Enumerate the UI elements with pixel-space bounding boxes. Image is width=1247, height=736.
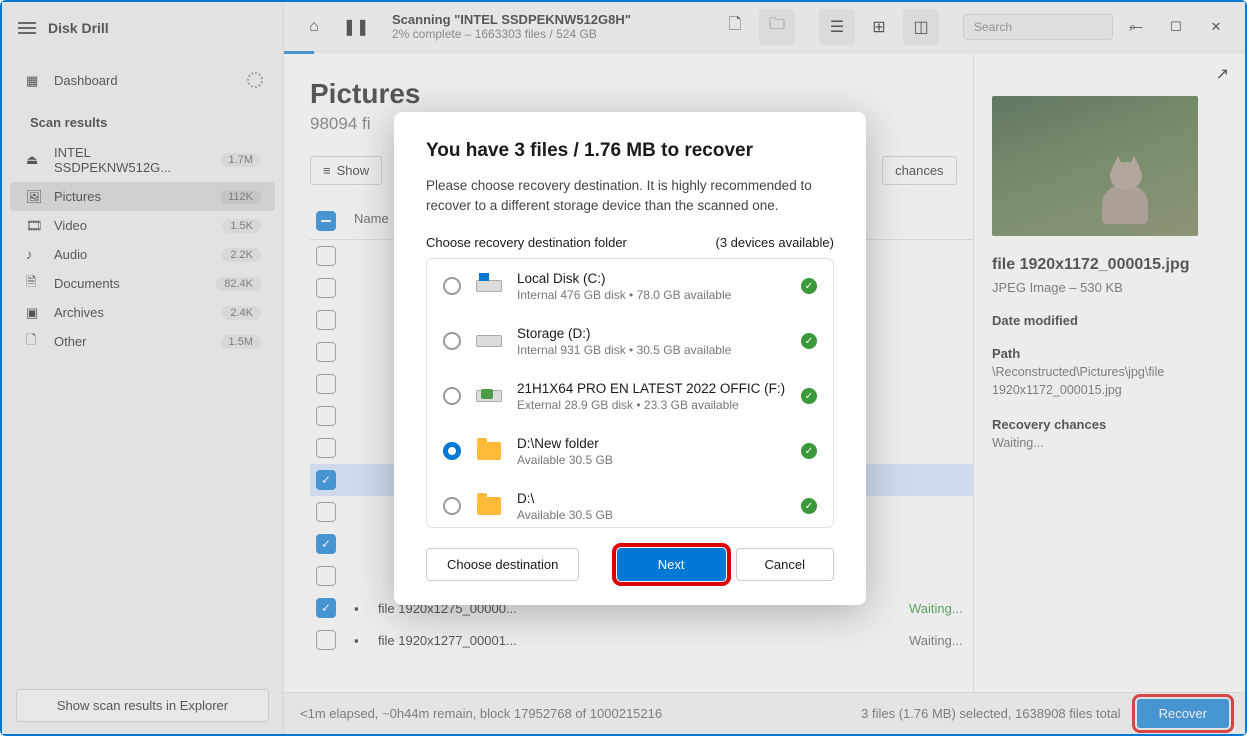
folder-icon [477,497,501,515]
destination-option[interactable]: 21H1X64 PRO EN LATEST 2022 OFFIC (F:) Ext… [427,369,833,424]
check-icon: ✓ [801,498,817,514]
destination-radio[interactable] [443,332,461,350]
recovery-destination-modal: You have 3 files / 1.76 MB to recover Pl… [394,112,866,605]
destination-radio[interactable] [443,497,461,515]
destination-option[interactable]: D:\ Available 30.5 GB ✓ [427,479,833,528]
destination-subtitle: Internal 476 GB disk • 78.0 GB available [517,288,787,302]
disk-icon [476,390,502,402]
choose-destination-button[interactable]: Choose destination [426,548,579,581]
next-button[interactable]: Next [617,548,726,581]
destination-subtitle: Internal 931 GB disk • 30.5 GB available [517,343,787,357]
destination-radio[interactable] [443,277,461,295]
disk-icon [476,335,502,347]
destination-title: D:\New folder [517,436,787,451]
modal-description: Please choose recovery destination. It i… [426,176,834,217]
destination-radio[interactable] [443,387,461,405]
check-icon: ✓ [801,333,817,349]
folder-icon [477,442,501,460]
destination-title: Storage (D:) [517,326,787,341]
destination-option[interactable]: Storage (D:) Internal 931 GB disk • 30.5 … [427,314,833,369]
check-icon: ✓ [801,278,817,294]
check-icon: ✓ [801,443,817,459]
devices-count: (3 devices available) [715,235,834,250]
modal-title: You have 3 files / 1.76 MB to recover [426,140,834,162]
destination-subtitle: Available 30.5 GB [517,453,787,467]
destination-list[interactable]: Local Disk (C:) Internal 476 GB disk • 78… [426,258,834,528]
destination-option[interactable]: D:\New folder Available 30.5 GB ✓ [427,424,833,479]
destination-title: Local Disk (C:) [517,271,787,286]
destination-title: D:\ [517,491,787,506]
choose-folder-label: Choose recovery destination folder [426,235,627,250]
destination-radio[interactable] [443,442,461,460]
cancel-button[interactable]: Cancel [736,548,834,581]
destination-title: 21H1X64 PRO EN LATEST 2022 OFFIC (F:) [517,381,787,396]
destination-option[interactable]: Local Disk (C:) Internal 476 GB disk • 78… [427,259,833,314]
disk-icon [476,280,502,292]
destination-subtitle: External 28.9 GB disk • 23.3 GB availabl… [517,398,787,412]
check-icon: ✓ [801,388,817,404]
destination-subtitle: Available 30.5 GB [517,508,787,522]
